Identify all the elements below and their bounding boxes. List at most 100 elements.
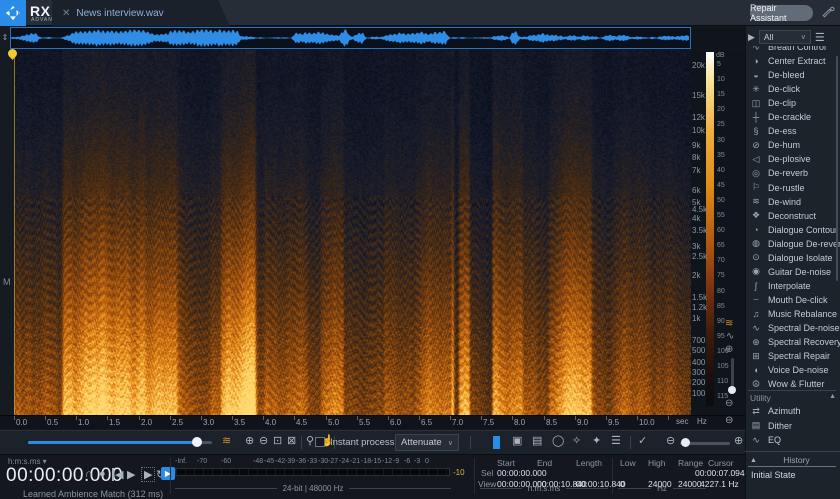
time-tickline-2.0 [139, 416, 140, 420]
module-item-azimuth[interactable]: ⇄Azimuth [750, 404, 838, 418]
h-zoom-out-icon[interactable]: ⊖ [666, 434, 675, 447]
module-item-interpolate[interactable]: ∫Interpolate [750, 279, 838, 293]
module-item-mouth-de-click[interactable]: ⌣Mouth De-click [750, 293, 838, 307]
magnifier-tool-icon[interactable]: ⚲ [306, 434, 314, 447]
module-item-deconstruct[interactable]: ❖Deconstruct [750, 209, 838, 223]
module-item-dialogue-contour[interactable]: ◔Dialogue Contour [750, 223, 838, 237]
module-item-de-crackle[interactable]: ┼De-crackle [750, 110, 838, 124]
history-item[interactable]: Initial State [751, 470, 796, 480]
vertical-zoom-knob[interactable] [728, 386, 736, 394]
vertical-zoom-in-icon[interactable]: ⊕ [725, 344, 733, 355]
vertical-zoom-out-icon[interactable]: ⊖ [725, 398, 733, 409]
process-mode-dropdown[interactable]: Attenuate ∨ [395, 434, 459, 451]
zoom-out-icon[interactable]: ⊖ [259, 434, 268, 447]
module-item-dialogue-isolate[interactable]: ⊙Dialogue Isolate [750, 251, 838, 265]
play-icon[interactable]: ▶ [127, 468, 135, 481]
waveform-view-icon[interactable]: ∿ [726, 331, 734, 342]
time-tick-4.5: 4.5 [296, 418, 307, 427]
freq-header-high: High [648, 458, 665, 468]
module-item-label: Dialogue Contour [768, 225, 838, 235]
freq-zoom-out-icon[interactable]: ⊖ [725, 415, 733, 426]
module-item-guitar-de-noise[interactable]: ◉Guitar De-noise [750, 265, 838, 279]
h-zoom-in-icon[interactable]: ⊕ [734, 434, 743, 447]
spectrogram-canvas[interactable] [14, 50, 691, 415]
volume-icon[interactable]: ◀) [8, 4, 20, 17]
spectrogram-view-icon[interactable]: ≋ [725, 318, 733, 329]
module-list-scrollbar[interactable] [836, 56, 838, 281]
polygon-tool-icon[interactable]: ✧ [572, 434, 581, 447]
module-item-center-extract[interactable]: ◑Center Extract [750, 54, 838, 68]
settings-wrench-icon[interactable] [821, 5, 837, 21]
module-item-de-click[interactable]: ✳De-click [750, 82, 838, 96]
h-zoom-knob[interactable] [681, 438, 690, 447]
file-tab[interactable]: ✕ News interview.wav [52, 0, 230, 26]
db-tick-90: 90 [717, 318, 725, 325]
module-item-label: Spectral Recovery [768, 337, 840, 347]
freq-tick-1.2k: 1.2k [692, 303, 707, 312]
history-header[interactable]: ▲ History [750, 455, 836, 465]
module-item-de-clip[interactable]: ◫De-clip [750, 96, 838, 110]
de-hum-icon: ⊘ [750, 140, 762, 151]
module-item-breath-control[interactable]: ∿Breath Control [750, 46, 838, 54]
freq-header-low: Low [620, 458, 636, 468]
freq-header-cursor: Cursor [708, 458, 734, 468]
module-item-voice-de-noise[interactable]: ◖Voice De-noise [750, 363, 838, 377]
module-item-de-ess[interactable]: §De-ess [750, 124, 838, 138]
module-item-de-rustle[interactable]: ⚐De-rustle [750, 181, 838, 195]
module-item-music-rebalance[interactable]: ♫Music Rebalance [750, 307, 838, 321]
repair-assistant-button[interactable]: Repair Assistant [750, 5, 813, 21]
module-item-spectral-recovery[interactable]: ⊕Spectral Recovery [750, 335, 838, 349]
zoom-selection-icon[interactable]: ⊡ [273, 434, 282, 447]
meter-label--24: -24 [339, 458, 349, 465]
module-item-dither[interactable]: ▤Dither [750, 419, 838, 433]
module-item-label: De-rustle [768, 183, 805, 193]
record-icon[interactable]: ● [99, 468, 106, 480]
zoom-fit-icon[interactable]: ⊠ [287, 434, 296, 447]
module-item-de-bleed[interactable]: ◒De-bleed [750, 68, 838, 82]
freq-tick-9k: 9k [692, 141, 700, 150]
freq-tick-2.5k: 2.5k [692, 252, 707, 261]
azimuth-icon: ⇄ [750, 406, 762, 417]
module-item-de-plosive[interactable]: ◁De-plosive [750, 152, 838, 166]
magic-wand-tool-icon[interactable]: ✦ [592, 434, 601, 447]
play-selection-icon[interactable]: ▶ [141, 467, 155, 482]
module-item-eq[interactable]: ∿EQ [750, 433, 838, 447]
meter-label--36: -36 [296, 458, 306, 465]
status-text: Learned Ambience Match (312 ms) [23, 489, 163, 499]
dither-icon: ▤ [750, 420, 762, 431]
brush-tool-icon[interactable]: ☰ [611, 434, 621, 447]
module-item-de-wind[interactable]: ≋De-wind [750, 195, 838, 209]
volume-slider-knob[interactable] [192, 437, 202, 447]
overview-expand-icon[interactable]: ⇕ [0, 27, 10, 49]
module-item-spectral-de-noise[interactable]: ∿Spectral De-noise [750, 321, 838, 335]
panel-menu-icon[interactable]: ☰ [815, 31, 825, 44]
module-item-spectral-repair[interactable]: ⊞Spectral Repair [750, 349, 838, 363]
db-tick-5: 5 [717, 61, 721, 68]
time-tickline-1.0 [76, 416, 77, 420]
time-tick-6.5: 6.5 [421, 418, 432, 427]
loop-playback-icon[interactable]: ▶ [161, 467, 175, 480]
time-tickline-0.0 [14, 416, 15, 420]
monitor-headphones-icon[interactable]: ∩ [85, 468, 93, 480]
sel-header-end: End [537, 458, 552, 468]
tab-close-icon[interactable]: ✕ [62, 8, 70, 19]
freq-tick-12k: 12k [692, 113, 705, 122]
time-selection-tool[interactable] [493, 436, 500, 449]
module-item-dialogue-de-reverb[interactable]: ◍Dialogue De-reverb [750, 237, 838, 251]
freq-tick-100: 100 [692, 389, 705, 398]
preview-play-icon[interactable]: ▶ [748, 32, 755, 43]
module-item-de-reverb[interactable]: ◎De-reverb [750, 166, 838, 180]
time-frequency-selection-tool-icon[interactable]: ▣ [512, 434, 522, 447]
overview-waveform[interactable] [10, 27, 691, 49]
go-to-start-icon[interactable]: ◀ [112, 468, 123, 481]
spectrogram-settings-icon[interactable]: ≋ [222, 434, 231, 447]
checkmark-tool-icon[interactable]: ✓ [638, 434, 647, 447]
zoom-in-icon[interactable]: ⊕ [245, 434, 254, 447]
module-item-wow-flutter[interactable]: ☮Wow & Flutter [750, 377, 838, 388]
level-meter[interactable] [175, 468, 450, 476]
instant-process-checkbox[interactable] [315, 437, 325, 447]
frequency-selection-tool-icon[interactable]: ▤ [532, 434, 542, 447]
lasso-tool-icon[interactable]: ◯ [552, 434, 564, 447]
module-item-de-hum[interactable]: ⊘De-hum [750, 138, 838, 152]
module-filter-select[interactable]: All ∨ [759, 30, 811, 44]
